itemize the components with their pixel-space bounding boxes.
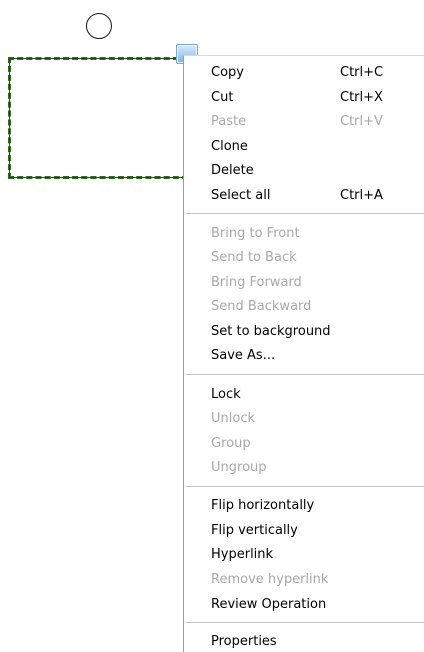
- menu-item-lock[interactable]: Lock: [184, 382, 424, 407]
- menu-separator: [186, 486, 424, 487]
- menu-item-send-backward[interactable]: Send Backward: [184, 294, 424, 319]
- menu-item-ungroup[interactable]: Ungroup: [184, 455, 424, 480]
- menu-item-flip-horizontally[interactable]: Flip horizontally: [184, 493, 424, 518]
- menu-item-review-operation[interactable]: Review Operation: [184, 592, 424, 617]
- menu-item-label: Flip vertically: [211, 523, 298, 538]
- menu-item-label: Copy: [211, 65, 244, 80]
- menu-separator: [186, 213, 424, 214]
- menu-item-label: Group: [211, 436, 251, 451]
- menu-item-group[interactable]: Group: [184, 431, 424, 456]
- menu-item-label: Lock: [211, 387, 241, 402]
- menu-item-label: Select all: [211, 188, 271, 203]
- menu-item-hyperlink[interactable]: Hyperlink: [184, 542, 424, 567]
- context-menu: Copy Ctrl+C Cut Ctrl+X Paste Ctrl+V Clon…: [183, 55, 424, 652]
- menu-item-label: Review Operation: [211, 597, 327, 612]
- whiteboard-canvas[interactable]: Copy Ctrl+C Cut Ctrl+X Paste Ctrl+V Clon…: [0, 0, 424, 652]
- menu-item-properties[interactable]: Properties: [184, 629, 424, 652]
- menu-item-label: Ungroup: [211, 460, 267, 475]
- menu-item-label: Bring Forward: [211, 275, 302, 290]
- menu-item-label: Clone: [211, 139, 248, 154]
- menu-item-save-as[interactable]: Save As...: [184, 343, 424, 368]
- menu-item-send-to-back[interactable]: Send to Back: [184, 245, 424, 270]
- menu-item-unlock[interactable]: Unlock: [184, 406, 424, 431]
- menu-item-label: Save As...: [211, 348, 276, 363]
- menu-item-select-all[interactable]: Select all Ctrl+A: [184, 183, 424, 208]
- menu-item-label: Set to background: [211, 324, 331, 339]
- menu-separator: [186, 622, 424, 623]
- menu-item-cut[interactable]: Cut Ctrl+X: [184, 85, 424, 110]
- rotate-handle-icon[interactable]: [86, 13, 112, 39]
- menu-item-label: Send Backward: [211, 299, 312, 314]
- menu-item-delete[interactable]: Delete: [184, 158, 424, 183]
- menu-item-clone[interactable]: Clone: [184, 134, 424, 159]
- menu-item-shortcut: Ctrl+A: [340, 188, 383, 203]
- menu-item-label: Properties: [211, 634, 277, 649]
- menu-item-shortcut: Ctrl+V: [340, 114, 383, 129]
- menu-item-shortcut: Ctrl+C: [340, 65, 384, 80]
- menu-item-flip-vertically[interactable]: Flip vertically: [184, 518, 424, 543]
- menu-item-bring-forward[interactable]: Bring Forward: [184, 270, 424, 295]
- menu-item-label: Send to Back: [211, 250, 297, 265]
- menu-item-paste[interactable]: Paste Ctrl+V: [184, 109, 424, 134]
- menu-item-label: Cut: [211, 90, 234, 105]
- menu-item-label: Hyperlink: [211, 547, 274, 562]
- menu-item-label: Flip horizontally: [211, 498, 315, 513]
- menu-item-shortcut: Ctrl+X: [340, 90, 383, 105]
- menu-item-label: Delete: [211, 163, 254, 178]
- menu-item-set-to-background[interactable]: Set to background: [184, 319, 424, 344]
- menu-item-label: Remove hyperlink: [211, 572, 329, 587]
- menu-item-bring-to-front[interactable]: Bring to Front: [184, 221, 424, 246]
- selected-rectangle-shape[interactable]: [8, 57, 188, 179]
- menu-item-label: Unlock: [211, 411, 255, 426]
- menu-separator: [186, 374, 424, 375]
- menu-item-remove-hyperlink[interactable]: Remove hyperlink: [184, 567, 424, 592]
- menu-item-label: Paste: [211, 114, 247, 129]
- menu-item-copy[interactable]: Copy Ctrl+C: [184, 60, 424, 85]
- menu-item-label: Bring to Front: [211, 226, 300, 241]
